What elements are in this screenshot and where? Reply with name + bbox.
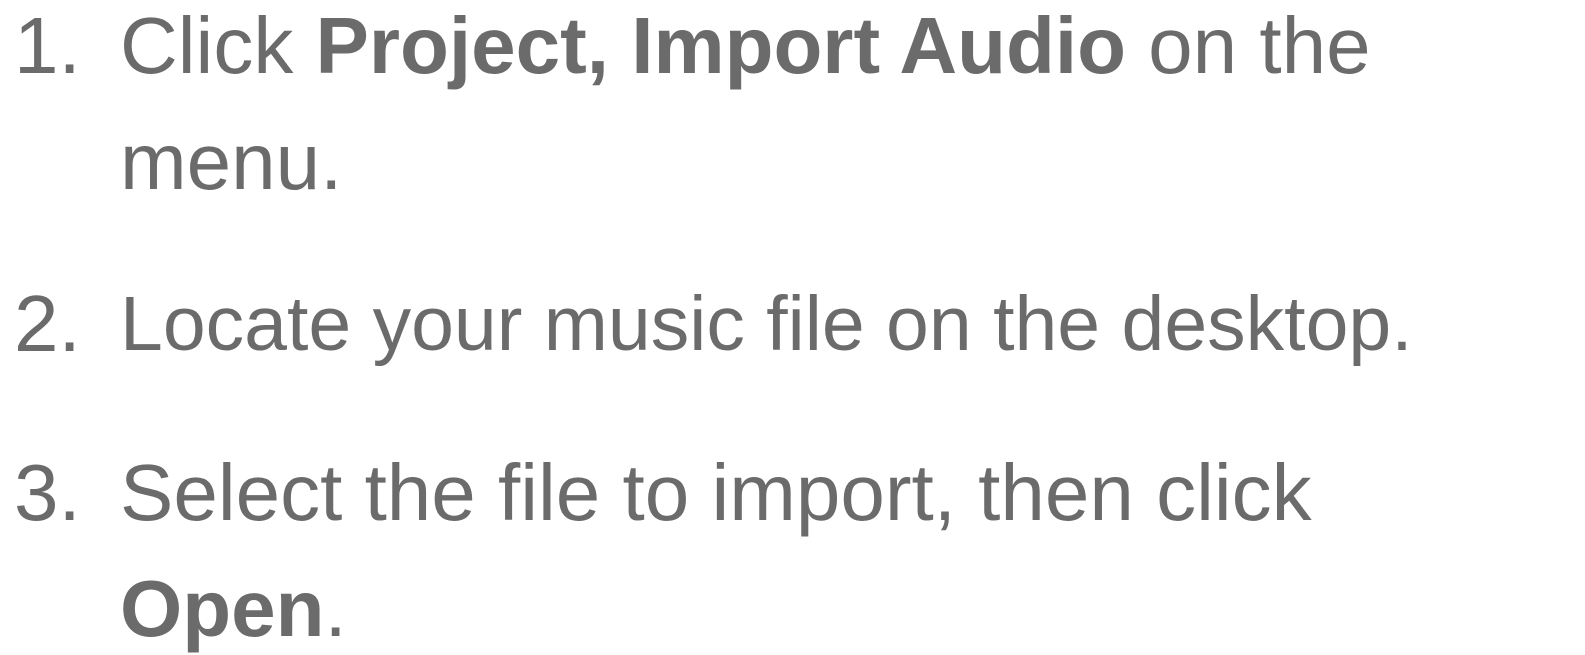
step-number: 1. (14, 1, 81, 90)
step-text: Locate your music file on the desktop. (120, 266, 1560, 382)
menu-path-emphasis: Project, Import Audio (315, 1, 1126, 90)
instruction-list: 1. Click Project, Import Audio on the me… (0, 0, 1585, 655)
button-name-emphasis: Open (120, 564, 325, 653)
step-text: Select the file to import, then click Op… (120, 435, 1560, 655)
step-number: 3. (14, 448, 81, 537)
step-text: Click Project, Import Audio on the menu. (120, 0, 1560, 220)
step-text-lead: Locate your music file on the desktop. (120, 281, 1413, 367)
step-2: 2. Locate your music file on the desktop… (14, 266, 1574, 382)
step-text-lead: Select the file to import, then click (120, 448, 1312, 537)
step-3: 3. Select the file to import, then click… (14, 435, 1574, 655)
step-text-lead: Click (120, 1, 316, 90)
step-text-tail: . (324, 564, 347, 653)
step-number: 2. (14, 279, 81, 368)
step-1: 1. Click Project, Import Audio on the me… (14, 0, 1574, 220)
